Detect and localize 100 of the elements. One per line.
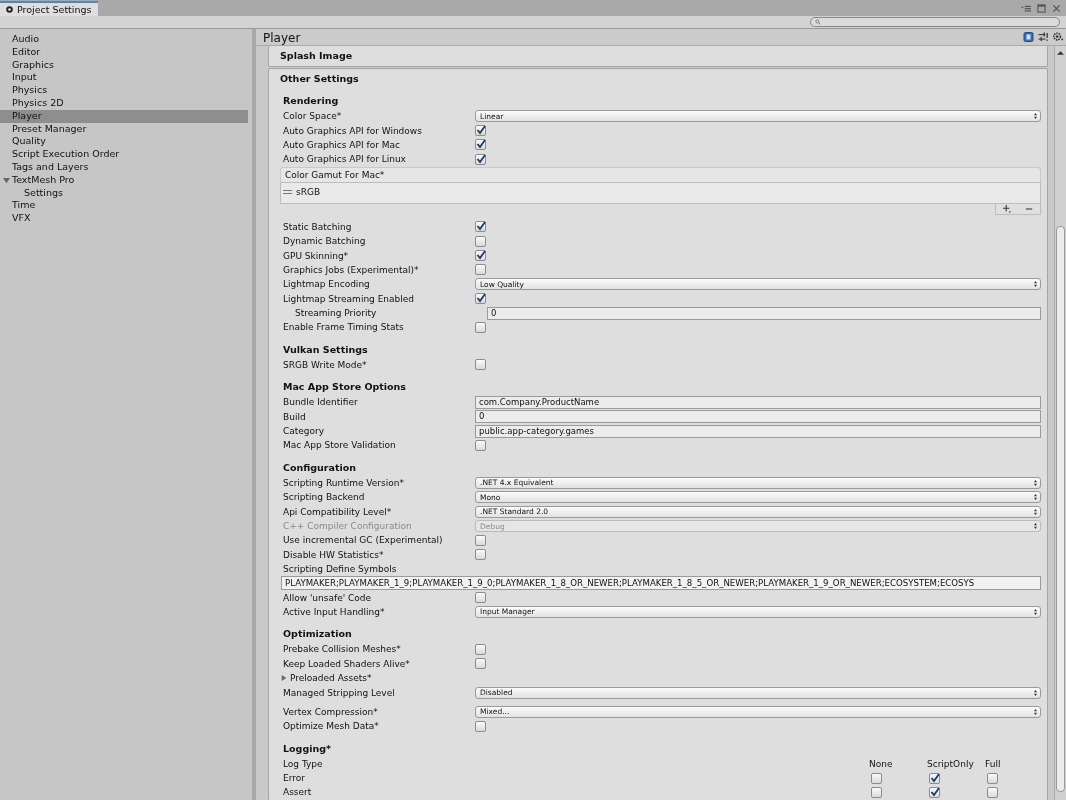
sidebar-item[interactable]: TextMesh Pro <box>0 173 248 187</box>
field-label: Static Batching <box>283 221 353 232</box>
checkbox[interactable] <box>475 643 486 655</box>
maximize-icon[interactable] <box>1036 3 1047 13</box>
field-label: Build <box>283 411 307 422</box>
checkbox[interactable] <box>871 772 882 784</box>
group-title: Configuration <box>283 460 358 475</box>
sidebar-item[interactable]: Script Execution Order <box>0 148 248 161</box>
scrollbar[interactable] <box>1054 46 1066 800</box>
foldout-label[interactable]: Preloaded Assets* <box>281 673 372 684</box>
sidebar-item[interactable]: VFX <box>0 212 248 225</box>
menu-icon[interactable] <box>1021 3 1032 13</box>
checkbox[interactable] <box>475 293 486 305</box>
sliders-icon[interactable] <box>1038 32 1049 42</box>
field-label: Prebake Collision Meshes* <box>283 644 402 655</box>
checkbox[interactable] <box>475 250 486 262</box>
list-item[interactable]: sRGB <box>296 186 321 197</box>
sidebar-item[interactable]: Settings <box>0 186 248 200</box>
checkbox[interactable] <box>475 359 486 371</box>
sidebar-item[interactable]: Quality <box>0 135 248 149</box>
checkbox[interactable] <box>475 139 486 151</box>
sidebar-item[interactable]: Physics <box>0 84 248 97</box>
checkbox[interactable] <box>475 153 486 165</box>
window-tab[interactable]: Project Settings <box>0 1 98 16</box>
field-label: Scripting Runtime Version* <box>283 477 405 488</box>
checkbox[interactable] <box>475 534 486 546</box>
text-field[interactable]: PLAYMAKER;PLAYMAKER_1_9;PLAYMAKER_1_9_0;PLAYMAKER_1_8_OR_NEWER;PLAYMAKER_1_8_5_OR_NEWER;PLAYMAKER_1_9_OR_NEWER;ECOSYSTEM;ECOSYS <box>281 576 1041 591</box>
checkbox[interactable] <box>475 439 486 451</box>
drag-handle-icon <box>283 188 292 195</box>
dropdown-arrows-icon <box>1034 494 1037 501</box>
checkbox[interactable] <box>475 658 486 670</box>
field-label: Allow 'unsafe' Code <box>283 592 373 603</box>
checkmark-icon <box>476 250 486 261</box>
scrollbar-thumb[interactable] <box>1056 226 1065 792</box>
checkbox[interactable] <box>871 787 882 798</box>
checkbox[interactable] <box>987 787 998 798</box>
column-header: ScriptOnly <box>926 758 975 769</box>
field-label: Color Space* <box>283 111 343 122</box>
field-label: Bundle Identifier <box>283 397 359 408</box>
sidebar-item[interactable]: Graphics <box>0 58 248 72</box>
checkbox[interactable] <box>475 235 486 247</box>
section-title[interactable]: Splash Image <box>280 49 353 63</box>
checkbox[interactable] <box>987 772 998 784</box>
field-label: Dynamic Batching <box>283 236 367 247</box>
search-field[interactable] <box>810 17 1060 27</box>
sidebar-item[interactable]: Time <box>0 199 248 213</box>
field-label: Vertex Compression* <box>283 706 379 717</box>
checkbox[interactable] <box>929 772 940 784</box>
checkbox[interactable] <box>475 720 486 732</box>
field-label: Auto Graphics API for Windows <box>283 125 423 136</box>
field-label: Disable HW Statistics* <box>283 549 385 560</box>
checkbox[interactable] <box>475 549 486 561</box>
close-icon[interactable] <box>1051 3 1062 13</box>
checkmark-icon <box>930 772 940 783</box>
section-title[interactable]: Other Settings <box>280 72 1041 86</box>
settings-icon <box>5 5 14 14</box>
sidebar-item[interactable]: Tags and Layers <box>0 160 248 174</box>
checkbox[interactable] <box>475 125 486 137</box>
sidebar-item[interactable]: Editor <box>0 45 248 59</box>
window-title: Project Settings <box>17 4 92 15</box>
text-field[interactable]: 0 <box>475 410 1041 424</box>
add-icon[interactable] <box>1003 204 1011 213</box>
book-icon[interactable] <box>1023 32 1034 42</box>
text-field[interactable]: public.app-category.games <box>475 424 1041 438</box>
field-label: SRGB Write Mode* <box>283 359 368 370</box>
field-label: Keep Loaded Shaders Alive* <box>283 658 411 669</box>
dropdown-arrows-icon <box>1034 689 1037 696</box>
dropdown-arrows-icon <box>1034 523 1037 529</box>
field-label: Lightmap Encoding <box>283 279 371 290</box>
group-title: Rendering <box>283 94 340 108</box>
field-label: Active Input Handling* <box>283 606 386 617</box>
sidebar-item[interactable]: Physics 2D <box>0 97 248 110</box>
dropdown-arrows-icon <box>1034 508 1037 515</box>
field-label: Optimize Mesh Data* <box>283 721 380 732</box>
checkbox[interactable] <box>475 221 486 233</box>
field-label: Mac App Store Validation <box>283 440 397 451</box>
checkbox[interactable] <box>929 787 940 798</box>
field-label: Scripting Backend <box>283 492 366 503</box>
text-field[interactable]: com.Company.ProductName <box>475 395 1041 409</box>
sidebar-item[interactable]: Input <box>0 71 248 85</box>
field-label: Api Compatibility Level* <box>283 506 393 517</box>
text-field[interactable]: 0 <box>487 306 1041 320</box>
search-icon <box>815 19 821 25</box>
dropdown-arrows-icon <box>1034 113 1037 120</box>
dropdown-arrows-icon <box>1034 708 1037 715</box>
sidebar-item[interactable]: Preset Manager <box>0 122 248 136</box>
sidebar-item[interactable]: Player <box>0 109 248 123</box>
group-title: Optimization <box>283 627 353 642</box>
dropdown-arrows-icon <box>1034 608 1037 615</box>
field-label: Category <box>283 426 326 437</box>
checkbox[interactable] <box>475 264 486 276</box>
field-label: Assert <box>283 787 313 798</box>
sidebar-item[interactable]: Audio <box>0 33 248 46</box>
group-title: Mac App Store Options <box>283 380 408 395</box>
checkbox[interactable] <box>475 322 486 333</box>
field-label: Managed Stripping Level <box>283 687 396 698</box>
scroll-up-icon[interactable] <box>1057 50 1064 56</box>
inspector-title: Player <box>263 31 301 45</box>
settings-icon[interactable] <box>1053 32 1064 42</box>
checkbox[interactable] <box>475 592 486 604</box>
